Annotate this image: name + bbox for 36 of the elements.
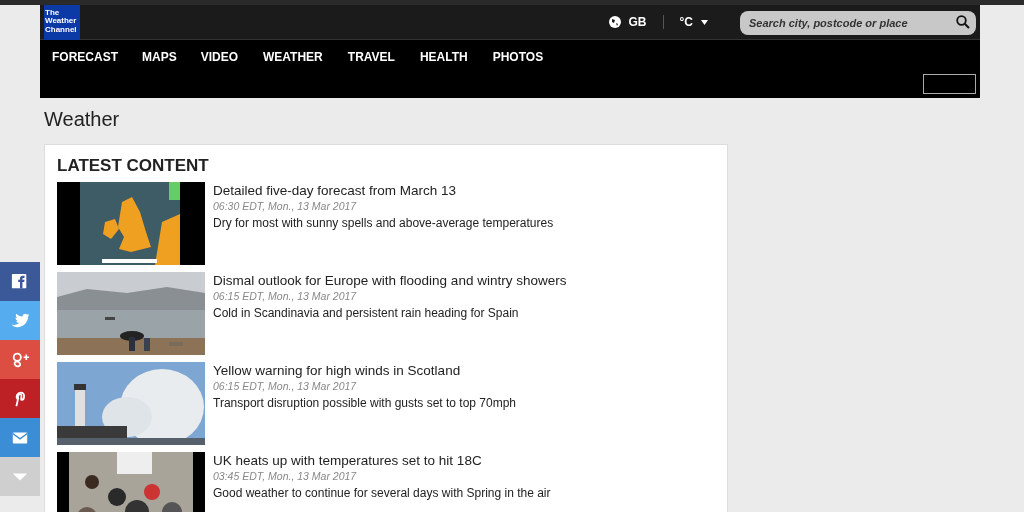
page-title: Weather (44, 107, 121, 132)
article-title[interactable]: Yellow warning for high winds in Scotland (213, 361, 517, 379)
article-summary: Dry for most with sunny spells and above-average temperatures (213, 214, 554, 232)
article-summary: Transport disruption possible with gusts set to top 70mph (213, 394, 517, 412)
search-field[interactable]: Search city, postcode or place (740, 10, 976, 35)
googleplus-icon (11, 350, 29, 369)
nav-link[interactable]: FORECAST (52, 40, 118, 66)
search-icon[interactable] (956, 14, 970, 29)
logo[interactable]: The Weather Channel (44, 4, 80, 40)
article-time: 03:45 EDT, Mon., 13 Mar 2017 (213, 468, 358, 484)
share-button[interactable] (0, 340, 40, 379)
share-button[interactable] (0, 262, 40, 301)
nav-link[interactable]: HEALTH (419, 40, 468, 66)
article-summary: Good weather to continue for several days with Spring in the air (213, 484, 551, 502)
share-button[interactable] (0, 379, 40, 418)
nav-link[interactable]: WEATHER (263, 40, 323, 66)
article-title[interactable]: Dismal outlook for Europe with flooding and wintry showers (213, 271, 567, 289)
article-time: 06:15 EDT, Mon., 13 Mar 2017 (213, 288, 358, 304)
article-title[interactable]: Detailed five-day forecast from March 13 (213, 181, 554, 199)
article-time: 06:15 EDT, Mon., 13 Mar 2017 (213, 378, 358, 394)
bird-icon (11, 311, 29, 330)
region-selector[interactable]: GB (628, 13, 647, 31)
nav-link[interactable]: PHOTOS (492, 40, 544, 66)
share-button[interactable] (0, 418, 40, 457)
nav-link[interactable]: TRAVEL (347, 40, 395, 66)
facebook-icon (11, 272, 29, 291)
article-summary: Cold in Scandinavia and persistent rain heading for Spain (213, 304, 520, 322)
section-title: LATEST CONTENT (57, 155, 210, 177)
caret-icon (701, 19, 708, 25)
article-title[interactable]: UK heats up with temperatures set to hit 18C (213, 451, 551, 469)
empty-box (923, 74, 976, 94)
nav-link[interactable]: VIDEO (200, 40, 238, 66)
nav-link[interactable]: MAPS (142, 40, 177, 66)
article-time: 06:30 EDT, Mon., 13 Mar 2017 (213, 198, 358, 214)
globe-icon (608, 16, 621, 28)
unit-selector[interactable]: °C (679, 13, 693, 31)
